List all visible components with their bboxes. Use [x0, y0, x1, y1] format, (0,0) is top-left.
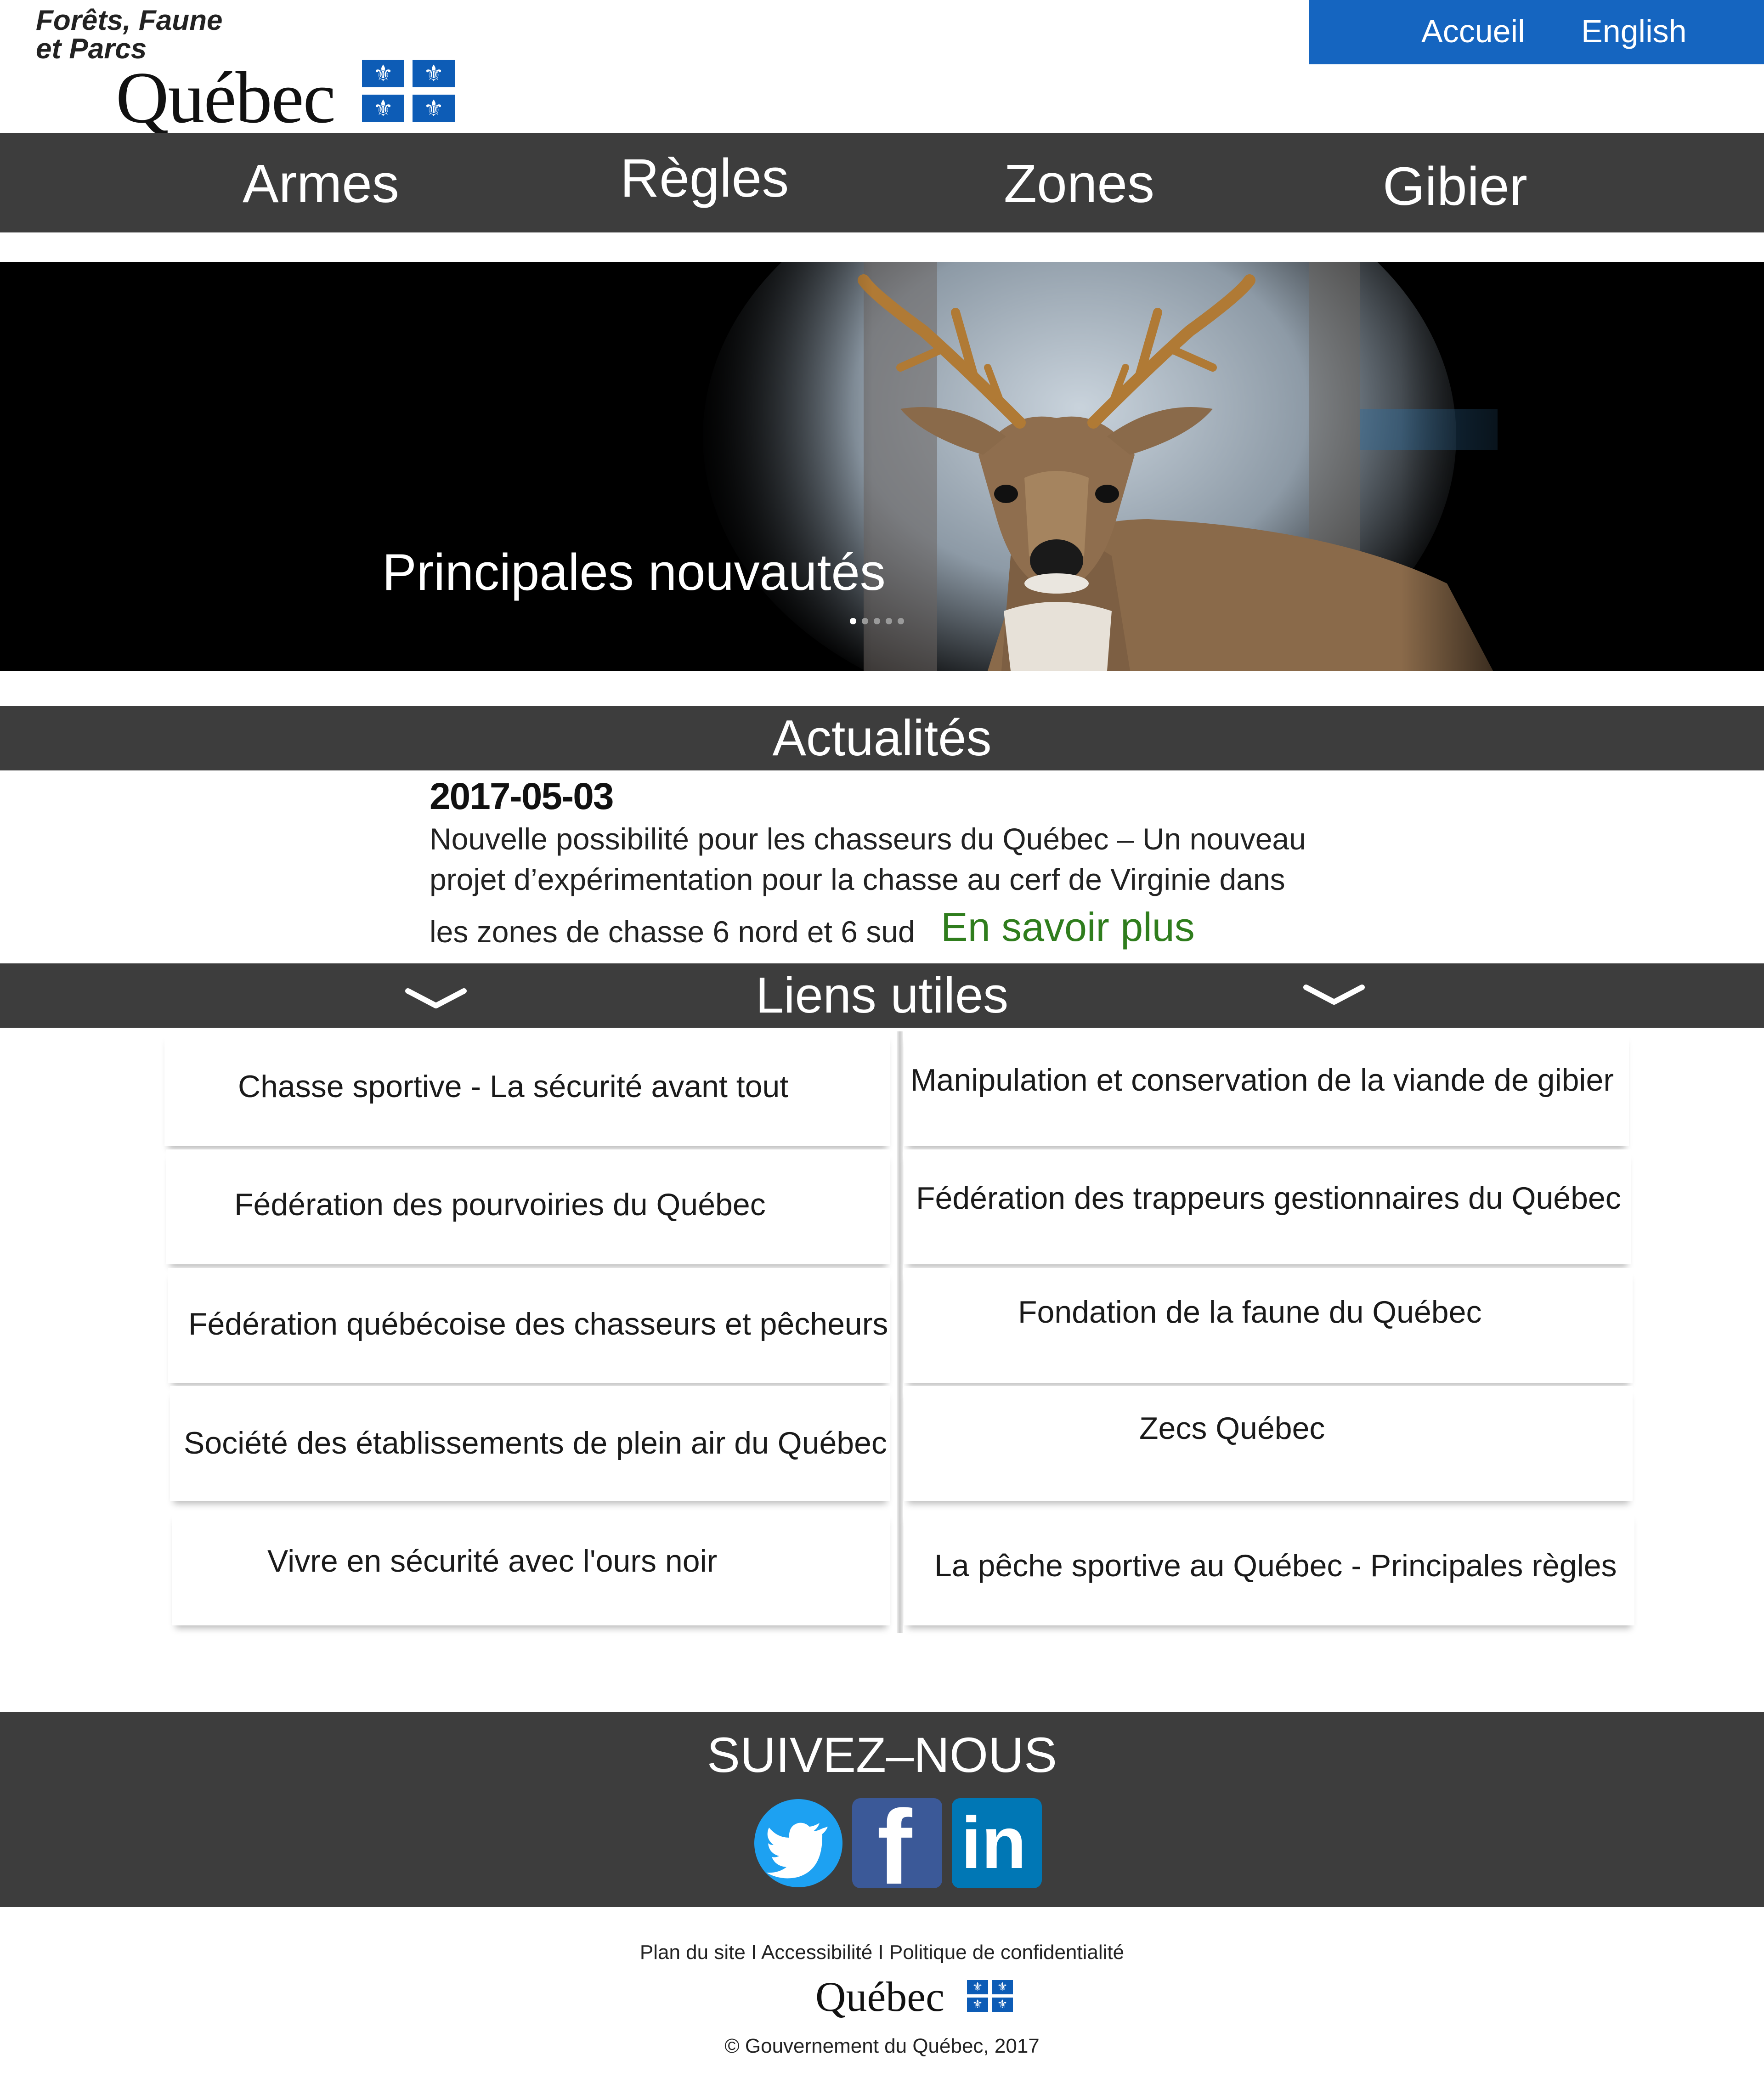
useful-link-card[interactable]: Chasse sportive - La sécurité avant tout	[164, 1031, 890, 1146]
footer-link-site-map[interactable]: Plan du site	[640, 1941, 746, 1964]
carousel-dot[interactable]	[850, 618, 856, 624]
follow-us-section: SUIVEZ–NOUS f in	[0, 1712, 1764, 1907]
carousel-dots	[850, 618, 910, 627]
useful-link-label: Fondation de la faune du Québec	[1018, 1295, 1482, 1330]
useful-link-label: Zecs Québec	[1139, 1411, 1325, 1446]
footer-quebec-flag-icon: ⚜ ⚜ ⚜ ⚜	[967, 1980, 1013, 2012]
footer-separator: I	[872, 1941, 889, 1964]
hero-caption: Principales nouvautés	[382, 543, 886, 601]
quebec-flag-icon: ⚜ ⚜ ⚜ ⚜	[362, 60, 455, 122]
twitter-icon[interactable]	[753, 1798, 843, 1888]
ministry-line-1: Forêts, Faune	[36, 5, 223, 36]
fleur-de-lis-icon: ⚜	[967, 1980, 988, 1994]
footer-separator: I	[745, 1941, 762, 1964]
useful-link-label: Société des établissements de plein air …	[184, 1426, 887, 1460]
carousel-dot[interactable]	[874, 618, 880, 624]
linkedin-glyph: in	[961, 1801, 1027, 1884]
useful-link-label: Fédération des trappeurs gestionnaires d…	[916, 1181, 1621, 1216]
news-read-more-link[interactable]: En savoir plus	[941, 904, 1195, 950]
quebec-logo-wordmark[interactable]: Québec	[116, 61, 336, 134]
useful-link-label: Fédération québécoise des chasseurs et p…	[188, 1307, 888, 1342]
news-text-line: Nouvelle possibilité pour les chasseurs …	[430, 822, 1306, 856]
copyright-text: © Gouvernement du Québec, 2017	[724, 2035, 1040, 2057]
fleur-de-lis-icon: ⚜	[992, 1980, 1013, 1994]
footer-links: Plan du site I Accessibilité I Politique…	[0, 1940, 1764, 1965]
useful-link-card[interactable]: Zecs Québec	[904, 1386, 1633, 1501]
hero-carousel[interactable]	[0, 262, 1764, 671]
main-nav-gibier[interactable]: Gibier	[1383, 154, 1527, 219]
useful-link-card[interactable]: Fondation de la faune du Québec	[904, 1268, 1633, 1383]
facebook-icon[interactable]: f	[852, 1798, 942, 1888]
carousel-dot[interactable]	[862, 618, 868, 624]
useful-link-card[interactable]: Manipulation et conservation de la viand…	[904, 1031, 1629, 1146]
main-nav-armes[interactable]: Armes	[243, 152, 399, 216]
fleur-de-lis-icon: ⚜	[362, 95, 404, 122]
footer-link-accessibility[interactable]: Accessibilité	[761, 1941, 872, 1964]
links-section-title: Liens utiles	[755, 967, 1009, 1024]
carousel-dot[interactable]	[886, 618, 892, 624]
useful-link-card[interactable]: Fédération des trappeurs gestionnaires d…	[904, 1149, 1631, 1264]
deer-photo	[0, 262, 1764, 671]
main-nav-zones[interactable]: Zones	[1004, 152, 1154, 216]
useful-link-label: Chasse sportive - La sécurité avant tout	[238, 1069, 789, 1104]
news-date: 2017-05-03	[430, 775, 614, 817]
useful-link-card[interactable]: La pêche sportive au Québec - Principale…	[904, 1511, 1634, 1625]
fleur-de-lis-icon: ⚜	[967, 1998, 988, 2012]
useful-link-label: Manipulation et conservation de la viand…	[910, 1063, 1614, 1098]
top-nav-english[interactable]: English	[1581, 12, 1687, 51]
fleur-de-lis-icon: ⚜	[413, 95, 455, 122]
facebook-glyph: f	[877, 1798, 912, 1888]
chevron-down-icon[interactable]	[1302, 984, 1366, 1007]
news-section-title: Actualités	[772, 710, 992, 766]
news-section-bar: Actualités	[0, 706, 1764, 770]
fleur-de-lis-icon: ⚜	[992, 1998, 1013, 2012]
useful-link-card[interactable]: Vivre en sécurité avec l'ours noir	[172, 1511, 890, 1625]
top-nav-accueil[interactable]: Accueil	[1421, 12, 1525, 51]
fleur-de-lis-icon: ⚜	[413, 60, 455, 87]
ministry-name: Forêts, Faune et Parcs	[36, 6, 223, 63]
linkedin-icon[interactable]: in	[952, 1798, 1042, 1888]
main-nav: Armes Règles Zones Gibier	[0, 133, 1764, 232]
news-text-line: projet d’expérimentation pour la chasse …	[430, 862, 1285, 896]
carousel-dot[interactable]	[898, 618, 904, 624]
links-section-bar: Liens utiles	[0, 963, 1764, 1028]
useful-link-label: Fédération des pourvoiries du Québec	[234, 1187, 766, 1222]
fleur-de-lis-icon: ⚜	[362, 60, 404, 87]
main-nav-regles[interactable]: Règles	[620, 146, 789, 210]
footer-link-privacy[interactable]: Politique de confidentialité	[889, 1941, 1124, 1964]
follow-us-title: SUIVEZ–NOUS	[707, 1727, 1057, 1783]
useful-link-label: La pêche sportive au Québec - Principale…	[934, 1548, 1617, 1583]
links-divider	[897, 1031, 903, 1633]
useful-link-label: Vivre en sécurité avec l'ours noir	[267, 1544, 718, 1579]
top-nav: Accueil English	[1309, 0, 1764, 64]
news-text-line: les zones de chasse 6 nord et 6 sud	[430, 915, 915, 949]
useful-link-card[interactable]: Société des établissements de plein air …	[170, 1386, 890, 1501]
useful-link-card[interactable]: Fédération des pourvoiries du Québec	[166, 1149, 890, 1264]
useful-link-card[interactable]: Fédération québécoise des chasseurs et p…	[168, 1268, 890, 1383]
footer-quebec-wordmark[interactable]: Québec	[815, 1975, 944, 2019]
